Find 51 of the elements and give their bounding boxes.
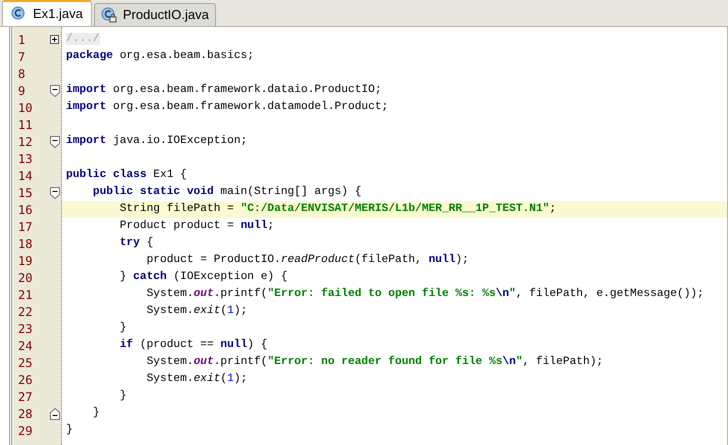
line-number: 14 [18, 168, 32, 184]
line-number: 20 [18, 270, 32, 286]
line-number: 9 [18, 82, 26, 100]
editor-tab[interactable]: ProductIO.java [94, 3, 216, 26]
editor-tab[interactable]: Ex1.java [2, 0, 92, 26]
collapse-icon[interactable] [50, 186, 60, 198]
code-line: public static void main(String[] args) { [92, 184, 362, 200]
code-line: Product product = null; [118, 218, 274, 234]
line-number: 12 [18, 134, 32, 150]
expand-icon[interactable] [50, 35, 59, 44]
code-line: System.out.printf("Error: failed to open file %s: %s\n", filePath, e.getMessage()); [146, 286, 704, 302]
line-number: 13 [18, 150, 32, 168]
code-line: import org.esa.beam.framework.datamodel.Product; [66, 100, 388, 116]
line-number: 8 [18, 66, 26, 82]
line-number: 25 [18, 354, 32, 372]
line-number: 23 [18, 320, 32, 338]
code-line: } [118, 388, 126, 404]
line-number: 11 [18, 116, 32, 134]
line-number: 16 [18, 202, 32, 218]
code-line: } [92, 406, 100, 422]
code-line: System.exit(1); [146, 372, 248, 388]
line-number: 15 [18, 184, 32, 202]
line-number: 19 [18, 252, 32, 270]
line-number: 27 [18, 388, 32, 406]
code-line: } [66, 422, 73, 438]
collapse-icon[interactable] [50, 136, 60, 148]
line-number: 21 [18, 286, 32, 304]
line-number: 1 [18, 32, 26, 48]
code-line: package org.esa.beam.basics; [66, 48, 254, 64]
code-line: String filePath = "C:/Data/ENVISAT/MERIS/L1b/MER_RR__1P_TEST.N1"; [118, 202, 556, 218]
code-line: try { [118, 236, 154, 252]
code-line: } catch (IOException e) { [118, 270, 288, 286]
line-number: 29 [18, 422, 32, 440]
code-line: System.out.printf("Error: no reader found for file %s\n", filePath); [146, 354, 604, 370]
line-number: 18 [18, 236, 32, 252]
code-line: if (product == null) { [118, 338, 268, 354]
line-number: 28 [18, 406, 32, 422]
code-line: } [118, 320, 126, 336]
code-line: public class Ex1 { [66, 168, 187, 184]
line-number: 26 [18, 372, 32, 388]
line-number: 7 [18, 48, 26, 66]
line-number: 22 [18, 304, 32, 320]
code-line: import java.io.IOException; [66, 134, 248, 150]
code-line: import org.esa.beam.framework.dataio.ProductIO; [66, 82, 382, 98]
code-line: product = ProductIO.readProduct(filePath, null); [146, 252, 469, 268]
line-number: 17 [18, 218, 32, 236]
line-number: 24 [18, 338, 32, 354]
line-number: 10 [18, 100, 32, 116]
collapse-icon[interactable] [50, 84, 60, 96]
fold-end-icon[interactable] [50, 408, 60, 420]
code-line: System.exit(1); [146, 304, 248, 320]
